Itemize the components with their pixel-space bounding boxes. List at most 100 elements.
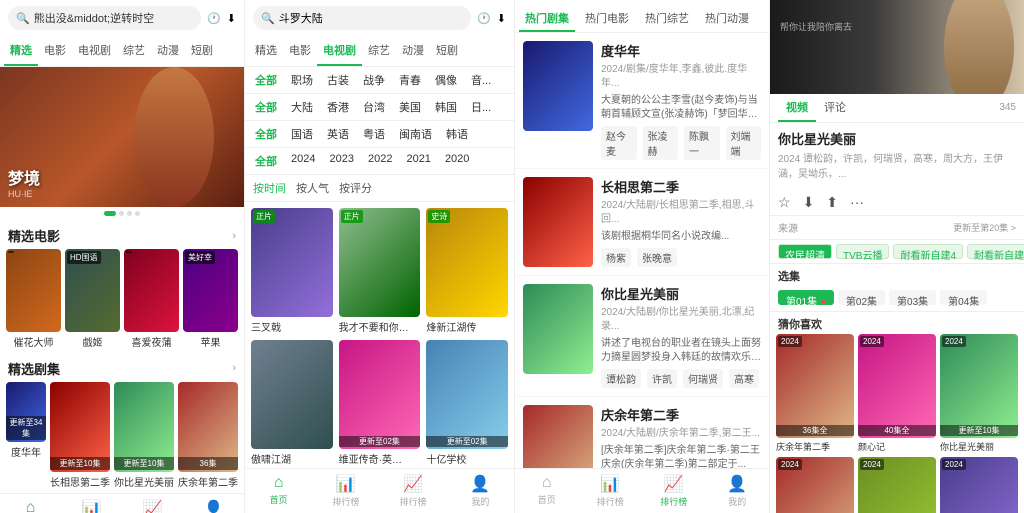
ep-btn-2[interactable]: 第03集 bbox=[889, 290, 936, 305]
drama-card-0[interactable]: 更新至34集 度华年 bbox=[6, 382, 46, 489]
ep-btn-1[interactable]: 第02集 bbox=[838, 290, 885, 305]
rec-card-0[interactable]: 2024 36集全 庆余年第二季 bbox=[776, 334, 854, 453]
filter-workplace[interactable]: 职场 bbox=[287, 70, 317, 90]
action-star[interactable]: ☆ bbox=[778, 194, 791, 211]
panel3-tab-anime[interactable]: 热门动漫 bbox=[699, 6, 755, 32]
source-chip-3[interactable]: 耐看新自建 bbox=[967, 244, 1024, 259]
rec-card-2[interactable]: 2024 更新至10集 你比星光美丽 bbox=[940, 334, 1018, 453]
rec-card-4[interactable]: 2024 bbox=[858, 457, 936, 513]
filter-2024[interactable]: 2024 bbox=[287, 151, 319, 171]
panel3-tab-variety[interactable]: 热门综艺 bbox=[639, 6, 695, 32]
filter-all-3[interactable]: 全部 bbox=[251, 124, 281, 144]
rec-card-5[interactable]: 2024 bbox=[940, 457, 1018, 513]
filter-costume[interactable]: 古装 bbox=[323, 70, 353, 90]
panel3-nav-chart[interactable]: 📈 排行榜 bbox=[642, 469, 706, 513]
history-icon-2[interactable]: 🕐 bbox=[477, 12, 491, 25]
filter-more-2[interactable]: 日... bbox=[467, 97, 495, 117]
drama-card-1[interactable]: 更新至10集 长相思第二季 bbox=[50, 382, 110, 489]
movie-card-3[interactable]: 美好幸 苹果 bbox=[183, 249, 238, 349]
movie-card-0[interactable]: 催花大师 bbox=[6, 249, 61, 349]
hot-item-3[interactable]: 庆余年第二季 2024/大陆剧/庆余年第二季,第二王... [庆余年第二季]庆余… bbox=[515, 397, 769, 468]
video-player[interactable]: 帮你让我陪你离去 bbox=[770, 0, 1024, 94]
filter-english[interactable]: 英语 bbox=[323, 124, 353, 144]
filter-2022[interactable]: 2022 bbox=[364, 151, 396, 171]
drama-list-card-2[interactable]: 史诗 烽新江湖传 bbox=[426, 208, 508, 334]
movie-card-2[interactable]: 喜爱夜蒲 bbox=[124, 249, 179, 349]
rec-card-1[interactable]: 2024 40集全 颜心记 bbox=[858, 334, 936, 453]
filter-mandarin[interactable]: 国语 bbox=[287, 124, 317, 144]
panel2-tab-variety[interactable]: 综艺 bbox=[362, 36, 396, 66]
hot-item-2[interactable]: 你比星光美丽 2024/大陆剧/你比星光美丽,北漂,纪录... 讲述了电视台的职… bbox=[515, 276, 769, 397]
ep-btn-3[interactable]: 第04集 bbox=[940, 290, 987, 305]
drama-card-2[interactable]: 更新至10集 你比星光美丽 bbox=[114, 382, 174, 489]
panel2-tab-tv[interactable]: 电视剧 bbox=[317, 36, 362, 66]
history-icon[interactable]: 🕐 bbox=[207, 12, 221, 25]
panel2-nav-profile[interactable]: 👤 我的 bbox=[447, 469, 514, 513]
panel4-tab-comment[interactable]: 评论 bbox=[816, 94, 854, 122]
drama-list-scroll[interactable]: 正片 三叉戟 正片 我才不要和你… 史诗 烽新江湖传 傲啸江湖 bbox=[245, 202, 514, 468]
panel2-nav-chart[interactable]: 📈 排行榜 bbox=[380, 469, 447, 513]
filter-all-2[interactable]: 全部 bbox=[251, 97, 281, 117]
panel2-tab-movie[interactable]: 电影 bbox=[283, 36, 317, 66]
source-chip-1[interactable]: TVB云播 bbox=[836, 244, 889, 259]
filter-cantonese[interactable]: 粤语 bbox=[359, 124, 389, 144]
panel3-nav-home[interactable]: ⌂ 首页 bbox=[515, 469, 579, 513]
filter-us[interactable]: 美国 bbox=[395, 97, 425, 117]
filter-all-1[interactable]: 全部 bbox=[251, 70, 281, 90]
movie-section-more[interactable]: › bbox=[232, 230, 236, 242]
filter-2021[interactable]: 2021 bbox=[402, 151, 434, 171]
filter-all-4[interactable]: 全部 bbox=[251, 151, 281, 171]
drama-list-card-3[interactable]: 傲啸江湖 bbox=[251, 340, 333, 466]
nav-profile[interactable]: 👤 我的 bbox=[183, 494, 244, 513]
sort-popularity[interactable]: 按人气 bbox=[296, 180, 329, 196]
panel2-nav-rank[interactable]: 📊 排行榜 bbox=[312, 469, 379, 513]
filter-korean[interactable]: 韩语 bbox=[442, 124, 472, 144]
nav-home[interactable]: ⌂ 首页 bbox=[0, 494, 61, 513]
action-share[interactable]: ⬆ bbox=[826, 194, 838, 211]
download-icon[interactable]: ⬇ bbox=[227, 12, 236, 25]
filter-youth[interactable]: 青春 bbox=[395, 70, 425, 90]
drama-list-card-5[interactable]: 更新至02集 十亿学校 bbox=[426, 340, 508, 466]
panel3-nav-profile[interactable]: 👤 我的 bbox=[706, 469, 770, 513]
drama-list-card-0[interactable]: 正片 三叉戟 bbox=[251, 208, 333, 334]
rec-card-3[interactable]: 2024 36集全 庆余年第二季 bbox=[776, 457, 854, 513]
panel2-tab-short[interactable]: 短剧 bbox=[430, 36, 464, 66]
filter-idol[interactable]: 偶像 bbox=[431, 70, 461, 90]
filter-mainland[interactable]: 大陆 bbox=[287, 97, 317, 117]
ep-btn-0[interactable]: 第01集 bbox=[778, 290, 834, 305]
drama-list-card-4[interactable]: 更新至02集 维亚传奇·英… bbox=[339, 340, 421, 466]
action-more[interactable]: ··· bbox=[850, 194, 864, 211]
tab-featured[interactable]: 精选 bbox=[4, 36, 38, 66]
panel4-tab-video[interactable]: 视频 bbox=[778, 94, 816, 122]
nav-rank[interactable]: 📊 排行榜 bbox=[61, 494, 122, 513]
panel2-search-box[interactable]: 🔍 斗罗大陆 bbox=[253, 6, 471, 30]
drama-section-more[interactable]: › bbox=[232, 362, 236, 374]
source-update[interactable]: 更新至第20集 > bbox=[953, 221, 1016, 234]
drama-card-3[interactable]: 36集 庆余年第二季 bbox=[178, 382, 238, 489]
source-chip-0[interactable]: 农民超清 bbox=[778, 244, 832, 259]
filter-war[interactable]: 战争 bbox=[359, 70, 389, 90]
panel3-tab-movie[interactable]: 热门电影 bbox=[579, 6, 635, 32]
filter-kr[interactable]: 韩国 bbox=[431, 97, 461, 117]
tab-variety[interactable]: 综艺 bbox=[117, 36, 151, 66]
tab-movie[interactable]: 电影 bbox=[38, 36, 72, 66]
hot-item-0[interactable]: 度华年 2024/剧集/度华年,李鑫,彼此.度华年... 大夏朝的公公主李雪(赵… bbox=[515, 33, 769, 169]
filter-minnan[interactable]: 闽南语 bbox=[395, 124, 436, 144]
hero-banner[interactable]: 梦境 HU·IE bbox=[0, 67, 244, 207]
filter-hk[interactable]: 香港 bbox=[323, 97, 353, 117]
panel2-tab-featured[interactable]: 精选 bbox=[249, 36, 283, 66]
panel3-tab-drama[interactable]: 热门剧集 bbox=[519, 6, 575, 32]
download-icon-2[interactable]: ⬇ bbox=[497, 12, 506, 25]
sort-rating[interactable]: 按评分 bbox=[339, 180, 372, 196]
filter-tw[interactable]: 台湾 bbox=[359, 97, 389, 117]
panel2-tab-anime[interactable]: 动漫 bbox=[396, 36, 430, 66]
filter-more-1[interactable]: 音... bbox=[467, 70, 495, 90]
action-download[interactable]: ⬇ bbox=[803, 194, 815, 211]
tab-short[interactable]: 短剧 bbox=[185, 36, 219, 66]
hot-list[interactable]: 度华年 2024/剧集/度华年,李鑫,彼此.度华年... 大夏朝的公公主李雪(赵… bbox=[515, 33, 769, 468]
filter-2023[interactable]: 2023 bbox=[325, 151, 357, 171]
sort-time[interactable]: 按时间 bbox=[253, 180, 286, 196]
hot-item-1[interactable]: 长相思第二季 2024/大陆剧/长相思第二季,相思,斗回... 该剧根据桐华同名… bbox=[515, 169, 769, 276]
source-chip-2[interactable]: 耐看新自建4 bbox=[893, 244, 963, 259]
tab-anime[interactable]: 动漫 bbox=[151, 36, 185, 66]
